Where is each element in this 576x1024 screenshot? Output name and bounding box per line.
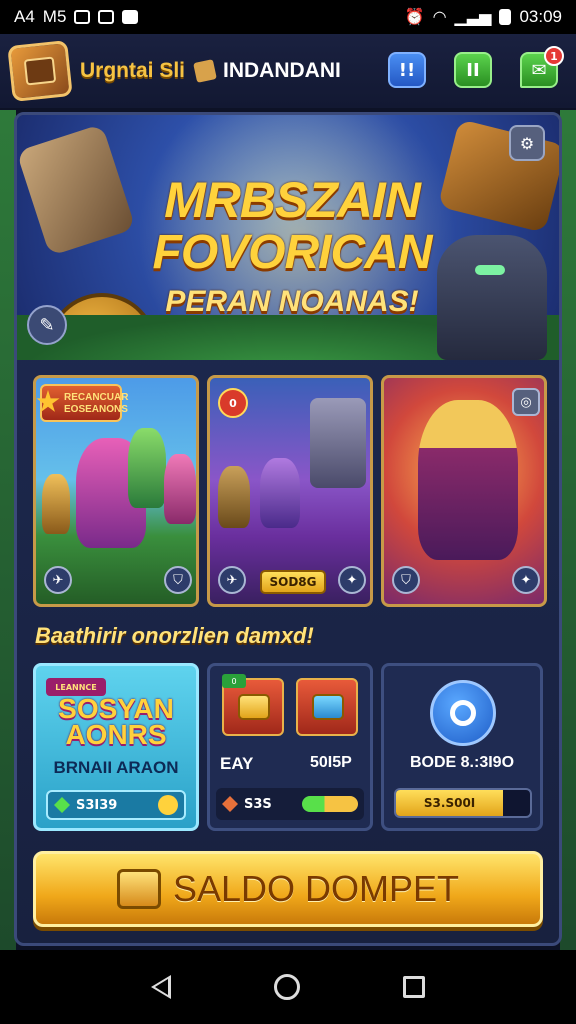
- treasure-item-icon: [238, 694, 270, 720]
- hero-card-2[interactable]: 0 ✈ SOD8G ✦: [207, 375, 373, 607]
- hero-title-line-1: MRBSZAIN: [164, 172, 421, 228]
- android-nav-bar: [0, 950, 576, 1024]
- item-slot-1[interactable]: 0: [222, 674, 284, 736]
- hero-card-3[interactable]: ◎ ⛉ ✦: [381, 375, 547, 607]
- green-warrior-art: [128, 428, 166, 508]
- card-2-level-badge: 0: [218, 388, 248, 418]
- blue-menu-label: !!: [398, 59, 416, 81]
- image-icon: [122, 10, 139, 24]
- home-icon[interactable]: [273, 974, 300, 1000]
- wrench-icon[interactable]: ✎: [27, 305, 67, 345]
- card-2-share-icon[interactable]: ✈: [218, 566, 246, 594]
- signal-icon: ▁▃▅: [454, 9, 492, 26]
- search-button[interactable]: [430, 680, 496, 746]
- notification-badge: 1: [544, 46, 564, 66]
- side-foliage-right: [560, 110, 576, 950]
- bronze-warrior-art: [218, 466, 250, 528]
- notification-icon: [74, 10, 91, 24]
- arrow-icon: [158, 795, 178, 815]
- small-warrior-art: [42, 474, 70, 534]
- card-ribbon: RECANCUAR EOSEANONS: [36, 384, 128, 422]
- event-reward-value: S3I39: [76, 797, 118, 813]
- app-name: Urgntai Sli: [80, 59, 186, 82]
- scroll-icon: [193, 59, 217, 83]
- card-2-price[interactable]: SOD8G: [260, 570, 326, 594]
- card-3-shield-icon[interactable]: ⛉: [392, 566, 420, 594]
- hero-card-1[interactable]: RECANCUAR EOSEANONS ✈ ⛉: [33, 375, 199, 607]
- card-3-corner-icon[interactable]: ◎: [512, 388, 540, 416]
- event-reward-bar[interactable]: S3I39: [46, 790, 186, 820]
- app-subtitle: INDANDANI: [223, 59, 341, 82]
- event-panel[interactable]: LEANNCE SOSYAN AONRS BRNAII ARAON S3I39: [33, 663, 199, 831]
- castle-art: [310, 398, 366, 488]
- sword-item-icon: [312, 694, 344, 720]
- items-label-left: EAY: [220, 754, 254, 773]
- card-ribbon-text: RECANCUAR EOSEANONS: [64, 392, 129, 415]
- status-text-2: M5: [42, 7, 67, 26]
- search-progress-fill: S3.S00I: [396, 790, 504, 816]
- items-panel[interactable]: 0 EAY 50I5P S3S: [207, 663, 373, 831]
- pause-button[interactable]: II: [454, 52, 492, 88]
- hero-settings-icon[interactable]: ⚙: [509, 125, 545, 161]
- recent-apps-icon[interactable]: [402, 976, 425, 998]
- golden-knight-art: [418, 400, 518, 560]
- status-right: ⏰ ◠ ▁▃▅ 03:09: [405, 7, 562, 27]
- app-header: Urgntai Sli INDANDANI !! II ✉ 1: [0, 34, 576, 108]
- shard-icon: [222, 796, 238, 812]
- pause-icon: II: [466, 59, 480, 81]
- saldo-dompet-button[interactable]: SALDO DOMPET: [33, 851, 543, 927]
- main-panel: MRBSZAIN FOVORICAN PERAN NOANAS! ⚙ ✎ REC…: [14, 112, 562, 946]
- blue-menu-button[interactable]: !!: [388, 52, 426, 88]
- chest-logo-inner: [23, 56, 57, 86]
- star-icon: [36, 390, 60, 412]
- battery-icon: [499, 9, 512, 25]
- alarm-icon: ⏰: [404, 9, 425, 26]
- purple-warrior-art: [260, 458, 300, 528]
- hero-title-line-3: PERAN NOANAS!: [165, 285, 419, 318]
- robot-left-art: [17, 123, 136, 257]
- pink-warrior-2-art: [164, 454, 196, 524]
- knight-eye: [475, 265, 505, 275]
- items-progress: [302, 796, 358, 812]
- card-2-star-icon[interactable]: ✦: [338, 566, 366, 594]
- item-slot-1-tag: 0: [222, 674, 246, 688]
- wifi-icon: ◠: [432, 9, 447, 26]
- status-bar: A4 M5 ⏰ ◠ ▁▃▅ 03:09: [0, 0, 576, 34]
- chest-logo-icon[interactable]: [7, 40, 73, 102]
- chat-button[interactable]: ✉ 1: [520, 46, 564, 88]
- event-logo: SOSYAN AONRS: [58, 693, 174, 750]
- search-panel[interactable]: BODE 8.:3I9O S3.S00I: [381, 663, 543, 831]
- back-icon[interactable]: [151, 975, 172, 999]
- hero-title-line-2: FOVORICAN: [152, 226, 433, 279]
- section-title: Baathirir onorzlien damxd!: [35, 623, 314, 648]
- chat-icon: ✉: [531, 59, 547, 81]
- event-label: BRNAII ARAON: [53, 758, 179, 777]
- hero-banner[interactable]: MRBSZAIN FOVORICAN PERAN NOANAS! ⚙ ✎: [17, 115, 559, 360]
- items-bar[interactable]: S3S: [216, 788, 364, 820]
- status-text-1: A4: [14, 7, 35, 26]
- item-slot-2[interactable]: [296, 678, 358, 736]
- card-1-shield-icon[interactable]: ⛉: [164, 566, 192, 594]
- card-3-star-icon[interactable]: ✦: [512, 566, 540, 594]
- items-label-right: 50I5P: [310, 754, 352, 771]
- cta-label: SALDO DOMPET: [172, 868, 460, 909]
- search-panel-label: BODE 8.:3I9O: [409, 754, 515, 771]
- status-left: A4 M5: [14, 7, 139, 27]
- sim-icon: [98, 10, 115, 24]
- chest-icon: [116, 869, 161, 909]
- items-bar-value: S3S: [244, 796, 272, 812]
- gem-icon: [54, 797, 70, 813]
- search-progress-bar: S3.S00I: [394, 788, 532, 818]
- card-1-share-icon[interactable]: ✈: [44, 566, 72, 594]
- search-icon: [450, 700, 476, 726]
- clock: 03:09: [519, 7, 562, 26]
